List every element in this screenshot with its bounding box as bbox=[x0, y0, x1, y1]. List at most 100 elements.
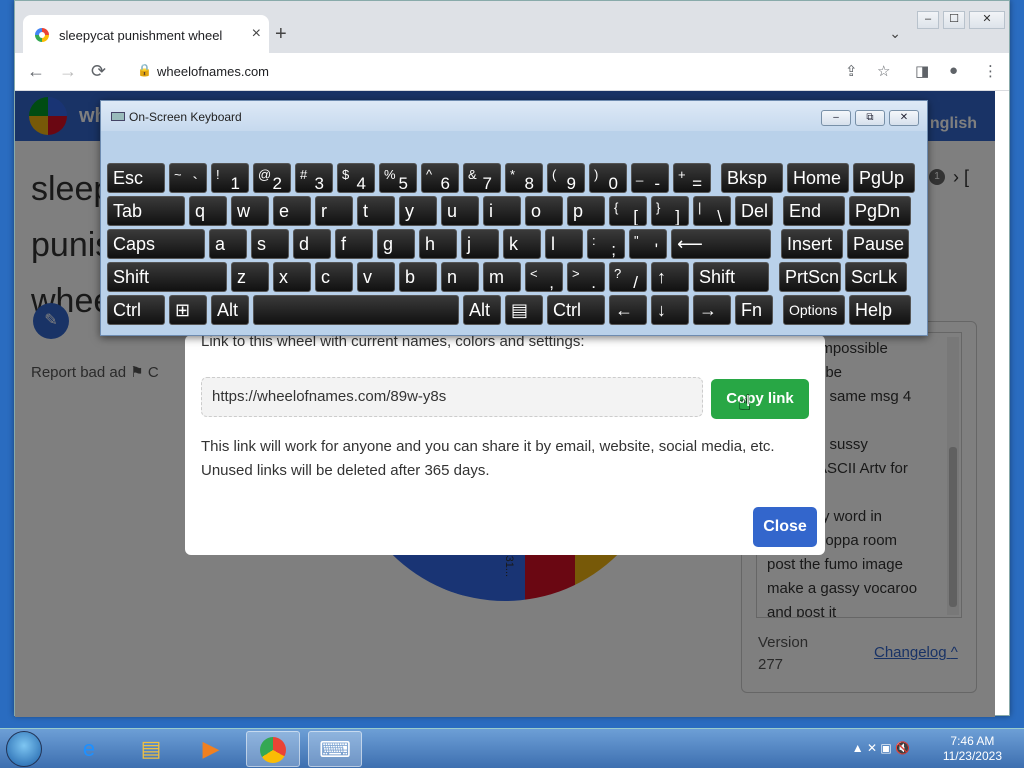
share-link-field[interactable]: https://wheelofnames.com/89w-y8s bbox=[201, 377, 703, 417]
osk-key[interactable]: x bbox=[273, 262, 311, 292]
osk-key[interactable]: a bbox=[209, 229, 247, 259]
address-bar[interactable]: 🔒 wheelofnames.com bbox=[133, 59, 893, 85]
osk-key[interactable]: ^ 6 bbox=[421, 163, 459, 193]
tab-search-icon[interactable]: ⌄ bbox=[889, 25, 901, 42]
maximize-button[interactable]: ☐ bbox=[943, 11, 965, 29]
osk-key[interactable]: l bbox=[545, 229, 583, 259]
osk-key[interactable]: Shift bbox=[107, 262, 227, 292]
osk-key[interactable]: Del bbox=[735, 196, 773, 226]
internet-explorer-icon[interactable]: e bbox=[62, 731, 116, 767]
osk-key[interactable]: ~ ` bbox=[169, 163, 207, 193]
osk-key[interactable]: :; bbox=[587, 229, 625, 259]
osk-key[interactable]: ↑ bbox=[651, 262, 689, 292]
tray-icons[interactable]: ▲ ✕ ▣ 🔇 bbox=[852, 741, 910, 755]
osk-close-button[interactable]: ✕ bbox=[889, 110, 919, 126]
media-player-icon[interactable]: ▶ bbox=[184, 731, 238, 767]
osk-key[interactable]: s bbox=[251, 229, 289, 259]
osk-key[interactable]: {[ bbox=[609, 196, 647, 226]
osk-key[interactable]: | \ bbox=[693, 196, 731, 226]
osk-key[interactable]: & 7 bbox=[463, 163, 501, 193]
osk-key[interactable]: ⟵ bbox=[671, 229, 771, 259]
osk-key[interactable]: Alt bbox=[211, 295, 249, 325]
osk-key[interactable]: Shift bbox=[693, 262, 769, 292]
osk-key[interactable]: f bbox=[335, 229, 373, 259]
osk-key[interactable]: r bbox=[315, 196, 353, 226]
tab-close-icon[interactable]: × bbox=[252, 25, 261, 43]
osk-key[interactable]: d bbox=[293, 229, 331, 259]
osk-key[interactable]: t bbox=[357, 196, 395, 226]
share-link-value[interactable]: https://wheelofnames.com/89w-y8s bbox=[212, 388, 446, 405]
browser-tab[interactable]: sleepycat punishment wheel × bbox=[23, 15, 269, 55]
osk-key[interactable]: #3 bbox=[295, 163, 333, 193]
osk-key[interactable]: k bbox=[503, 229, 541, 259]
osk-key[interactable] bbox=[253, 295, 459, 325]
osk-key[interactable]: ▤ bbox=[505, 295, 543, 325]
osk-key[interactable]: Help bbox=[849, 295, 911, 325]
osk-key[interactable]: m bbox=[483, 262, 521, 292]
clock[interactable]: 7:46 AM 11/23/2023 bbox=[943, 734, 1002, 764]
reload-icon[interactable]: ⟳ bbox=[91, 61, 106, 82]
osk-key[interactable]: y bbox=[399, 196, 437, 226]
osk-key[interactable]: " ' bbox=[629, 229, 667, 259]
bookmark-star-icon[interactable]: ☆ bbox=[877, 62, 890, 80]
osk-key[interactable]: u bbox=[441, 196, 479, 226]
osk-key[interactable]: $4 bbox=[337, 163, 375, 193]
back-icon[interactable]: ← bbox=[27, 61, 45, 82]
osk-key[interactable]: Tab bbox=[107, 196, 185, 226]
osk-key[interactable]: Esc bbox=[107, 163, 165, 193]
osk-key[interactable]: n bbox=[441, 262, 479, 292]
chrome-taskbar-icon[interactable] bbox=[246, 731, 300, 767]
address-url[interactable]: wheelofnames.com bbox=[157, 64, 269, 79]
osk-minimize-button[interactable]: ‒ bbox=[821, 110, 851, 126]
osk-key[interactable]: ? / bbox=[609, 262, 647, 292]
start-button[interactable] bbox=[6, 731, 42, 767]
osk-key[interactable]: Fn bbox=[735, 295, 773, 325]
lock-icon[interactable]: 🔒 bbox=[137, 63, 152, 77]
osk-key[interactable]: z bbox=[231, 262, 269, 292]
osk-key[interactable]: o bbox=[525, 196, 563, 226]
copy-link-button[interactable]: Copy link bbox=[711, 379, 809, 419]
osk-key[interactable]: PgDn bbox=[849, 196, 911, 226]
minimize-button[interactable]: ‒ bbox=[917, 11, 939, 29]
osk-key[interactable]: ScrLk bbox=[845, 262, 907, 292]
osk-key[interactable]: p bbox=[567, 196, 605, 226]
close-window-button[interactable]: ✕ bbox=[969, 11, 1005, 29]
osk-key[interactable]: Bksp bbox=[721, 163, 783, 193]
osk-key[interactable]: End bbox=[783, 196, 845, 226]
osk-key[interactable]: ! 1 bbox=[211, 163, 249, 193]
osk-taskbar-icon[interactable]: ⌨ bbox=[308, 731, 362, 767]
osk-key[interactable]: i bbox=[483, 196, 521, 226]
osk-key[interactable]: Ctrl bbox=[107, 295, 165, 325]
osk-key[interactable]: @2 bbox=[253, 163, 291, 193]
osk-key[interactable]: PgUp bbox=[853, 163, 915, 193]
osk-key[interactable]: }] bbox=[651, 196, 689, 226]
osk-key[interactable]: Home bbox=[787, 163, 849, 193]
osk-key[interactable]: b bbox=[399, 262, 437, 292]
osk-key[interactable]: e bbox=[273, 196, 311, 226]
osk-key[interactable]: % 5 bbox=[379, 163, 417, 193]
osk-key[interactable]: >. bbox=[567, 262, 605, 292]
osk-key[interactable]: PrtScn bbox=[779, 262, 841, 292]
osk-key[interactable]: v bbox=[357, 262, 395, 292]
osk-key[interactable]: * 8 bbox=[505, 163, 543, 193]
osk-key[interactable]: q bbox=[189, 196, 227, 226]
osk-key[interactable]: Caps bbox=[107, 229, 205, 259]
forward-icon[interactable]: → bbox=[59, 61, 77, 82]
chrome-menu-icon[interactable]: ⋮ bbox=[983, 62, 998, 80]
close-dialog-button[interactable]: Close bbox=[753, 507, 817, 547]
osk-key[interactable]: g bbox=[377, 229, 415, 259]
osk-key[interactable]: j bbox=[461, 229, 499, 259]
osk-key[interactable]: Pause bbox=[847, 229, 909, 259]
osk-key[interactable]: c bbox=[315, 262, 353, 292]
osk-key[interactable]: ) 0 bbox=[589, 163, 627, 193]
osk-key[interactable]: Insert bbox=[781, 229, 843, 259]
osk-key[interactable]: <, bbox=[525, 262, 563, 292]
osk-restore-button[interactable]: ⧉ bbox=[855, 110, 885, 126]
new-tab-button[interactable]: + bbox=[275, 23, 287, 46]
explorer-folder-icon[interactable]: ▤ bbox=[124, 731, 178, 767]
profile-icon[interactable]: ● bbox=[949, 62, 958, 79]
osk-key[interactable]: Ctrl bbox=[547, 295, 605, 325]
osk-key[interactable]: → bbox=[693, 295, 731, 325]
osk-key[interactable]: ↓ bbox=[651, 295, 689, 325]
osk-key[interactable]: h bbox=[419, 229, 457, 259]
